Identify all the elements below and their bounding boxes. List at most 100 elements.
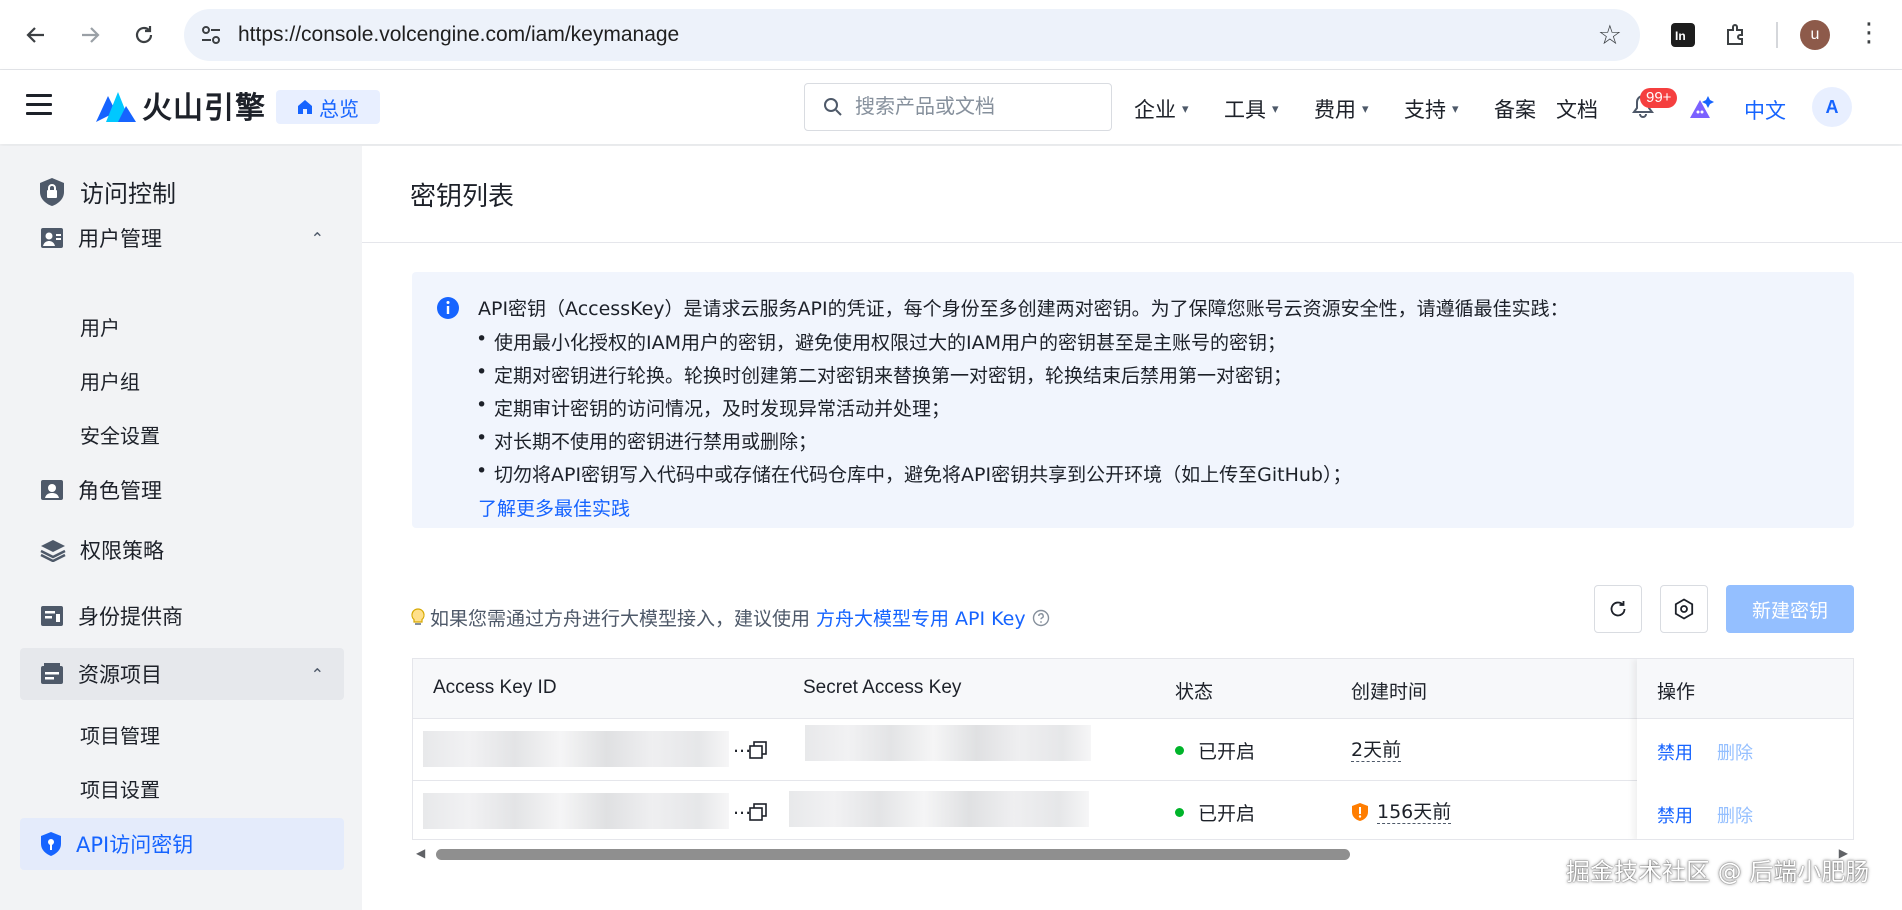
help-circle-icon[interactable] (1032, 609, 1050, 627)
masked-secret-access-key (789, 791, 1089, 827)
col-secret-access-key: Secret Access Key (803, 677, 962, 698)
column-settings-button[interactable] (1660, 585, 1708, 633)
nav-docs[interactable]: 文档 (1556, 94, 1598, 124)
status-cell: 已开启 (1175, 781, 1256, 839)
nav-support[interactable]: 支持 ▾ (1404, 94, 1459, 124)
extension-icon[interactable]: In (1664, 16, 1702, 54)
sidebar-item-resource-projects[interactable]: 资源项目 ⌃ (20, 648, 344, 700)
search-input[interactable] (855, 94, 1095, 118)
layers-icon (40, 540, 66, 562)
puzzle-icon[interactable] (1717, 16, 1755, 54)
back-arrow-icon[interactable] (18, 17, 54, 53)
created-time-text[interactable]: 156天前 (1377, 801, 1452, 824)
scroll-left-icon[interactable]: ◀ (416, 846, 425, 860)
hamburger-menu-icon[interactable] (26, 94, 52, 116)
lightbulb-icon (411, 607, 425, 625)
app-header: 火山引擎 总览 企业 ▾ 工具 ▾ 费用 ▾ 支持 ▾ 备案 文档 99+ 中文 A (0, 70, 1902, 144)
site-settings-icon[interactable] (198, 22, 224, 48)
divider (362, 242, 1902, 243)
sidebar-item-roles[interactable]: 角色管理 (20, 464, 344, 516)
sidebar-title: 访问控制 (38, 174, 176, 209)
sidebar-item-user-manage[interactable]: 用户管理 ⌃ (20, 212, 344, 264)
chevron-up-icon: ⌃ (310, 228, 324, 248)
sidebar-item-users[interactable]: 用户 (80, 312, 120, 341)
nav-enterprise[interactable]: 企业 ▾ (1134, 94, 1189, 124)
search-box[interactable] (804, 83, 1112, 131)
refresh-icon (1610, 601, 1626, 617)
warning-shield-icon (1352, 803, 1368, 821)
col-actions: 操作 (1657, 681, 1696, 703)
nav-tools[interactable]: 工具 ▾ (1224, 94, 1279, 124)
sidebar-item-project-settings[interactable]: 项目设置 (80, 774, 160, 803)
nav-enterprise-label: 企业 (1134, 98, 1176, 122)
best-practice-alert: API密钥（AccessKey）是请求云服务API的凭证，每个身份至多创建两对密… (412, 272, 1854, 528)
language-switch[interactable]: 中文 (1744, 95, 1786, 125)
nav-filing[interactable]: 备案 (1494, 94, 1536, 124)
sidebar-item-project-manage[interactable]: 项目管理 (80, 720, 160, 749)
delete-key-button[interactable]: 删除 (1717, 802, 1753, 828)
scrollbar-thumb[interactable] (436, 849, 1350, 860)
user-avatar[interactable]: A (1812, 87, 1852, 127)
status-text: 已开启 (1198, 802, 1256, 825)
actions-column: 操作 禁用 删除 禁用 删除 (1637, 659, 1853, 839)
sidebar-item-api-keys[interactable]: API访问密钥 (20, 818, 344, 870)
masked-secret-access-key (805, 725, 1091, 761)
chevron-down-icon: ▾ (1182, 101, 1189, 117)
list-item: 使用最小化授权的IAM用户的密钥，避免使用权限过大的IAM用户的密钥甚至是主账号… (476, 328, 1351, 361)
user-manage-icon (41, 228, 63, 248)
ark-api-key-link[interactable]: 方舟大模型专用 API Key (816, 604, 1026, 631)
reload-icon[interactable] (126, 17, 162, 53)
browser-toolbar: https://console.volcengine.com/iam/keyma… (0, 0, 1902, 70)
forward-arrow-icon[interactable] (72, 17, 108, 53)
notification-badge: 99+ (1640, 88, 1678, 108)
sidebar-item-identity-providers[interactable]: 身份提供商 (20, 590, 344, 642)
sidebar-item-label: API访问密钥 (76, 833, 194, 857)
refresh-button[interactable] (1594, 585, 1642, 633)
profile-avatar[interactable]: u (1800, 20, 1830, 50)
learn-more-link[interactable]: 了解更多最佳实践 (478, 494, 630, 521)
disable-key-button[interactable]: 禁用 (1657, 739, 1693, 765)
disable-key-button[interactable]: 禁用 (1657, 802, 1693, 828)
url-text[interactable]: https://console.volcengine.com/iam/keyma… (238, 23, 679, 47)
gear-icon (1674, 598, 1694, 620)
resource-icon (41, 663, 63, 684)
toolbar-divider (1776, 22, 1778, 48)
masked-access-key-id (423, 731, 729, 767)
ai-assistant-icon[interactable] (1688, 94, 1716, 124)
main-content: 密钥列表 API密钥（AccessKey）是请求云服务API的凭证，每个身份至多… (362, 146, 1902, 910)
chevron-down-icon: ▾ (1362, 101, 1369, 117)
overview-button[interactable]: 总览 (276, 90, 380, 124)
volcengine-logo[interactable]: 火山引擎 (96, 85, 266, 126)
list-item: 定期审计密钥的访问情况，及时发现异常活动并处理； (476, 394, 1351, 427)
nav-billing-label: 费用 (1314, 98, 1356, 122)
svg-text:In: In (1675, 29, 1686, 43)
copy-icon[interactable] (749, 741, 767, 759)
list-item: 对长期不使用的密钥进行禁用或删除； (476, 427, 1351, 460)
kebab-menu-icon[interactable]: ⋮ (1856, 20, 1882, 46)
col-status: 状态 (1175, 682, 1214, 703)
masked-access-key-id (423, 793, 729, 829)
sidebar-item-security-settings[interactable]: 安全设置 (80, 420, 160, 449)
nav-billing[interactable]: 费用 ▾ (1314, 94, 1369, 124)
created-time-text[interactable]: 2天前 (1351, 739, 1402, 762)
status-dot (1175, 807, 1184, 817)
best-practice-list: 使用最小化授权的IAM用户的密钥，避免使用权限过大的IAM用户的密钥甚至是主账号… (476, 328, 1351, 493)
address-bar[interactable]: https://console.volcengine.com/iam/keyma… (184, 9, 1640, 61)
status-cell: 已开启 (1175, 719, 1255, 781)
chevron-up-icon: ⌃ (310, 664, 324, 684)
sidebar-item-user-groups[interactable]: 用户组 (80, 366, 140, 395)
hint-text: 如果您需通过方舟进行大模型接入，建议使用 (430, 608, 811, 630)
chevron-down-icon: ▾ (1272, 101, 1279, 117)
create-key-button[interactable]: 新建密钥 (1726, 585, 1854, 633)
copy-icon[interactable] (749, 803, 767, 821)
sidebar-item-label: 资源项目 (78, 663, 162, 687)
access-key-table: Access Key ID Secret Access Key 状态 创建时间 … (412, 658, 1854, 840)
nav-support-label: 支持 (1404, 98, 1446, 122)
status-dot (1175, 745, 1184, 755)
watermark: 掘金技术社区 @ 后端小肥肠 (1566, 858, 1870, 886)
sidebar-item-policies[interactable]: 权限策略 (20, 524, 344, 576)
identity-icon (41, 606, 63, 626)
delete-key-button[interactable]: 删除 (1717, 739, 1753, 765)
bookmark-star-icon[interactable]: ☆ (1598, 20, 1622, 51)
sidebar-item-label: 用户管理 (78, 227, 162, 251)
